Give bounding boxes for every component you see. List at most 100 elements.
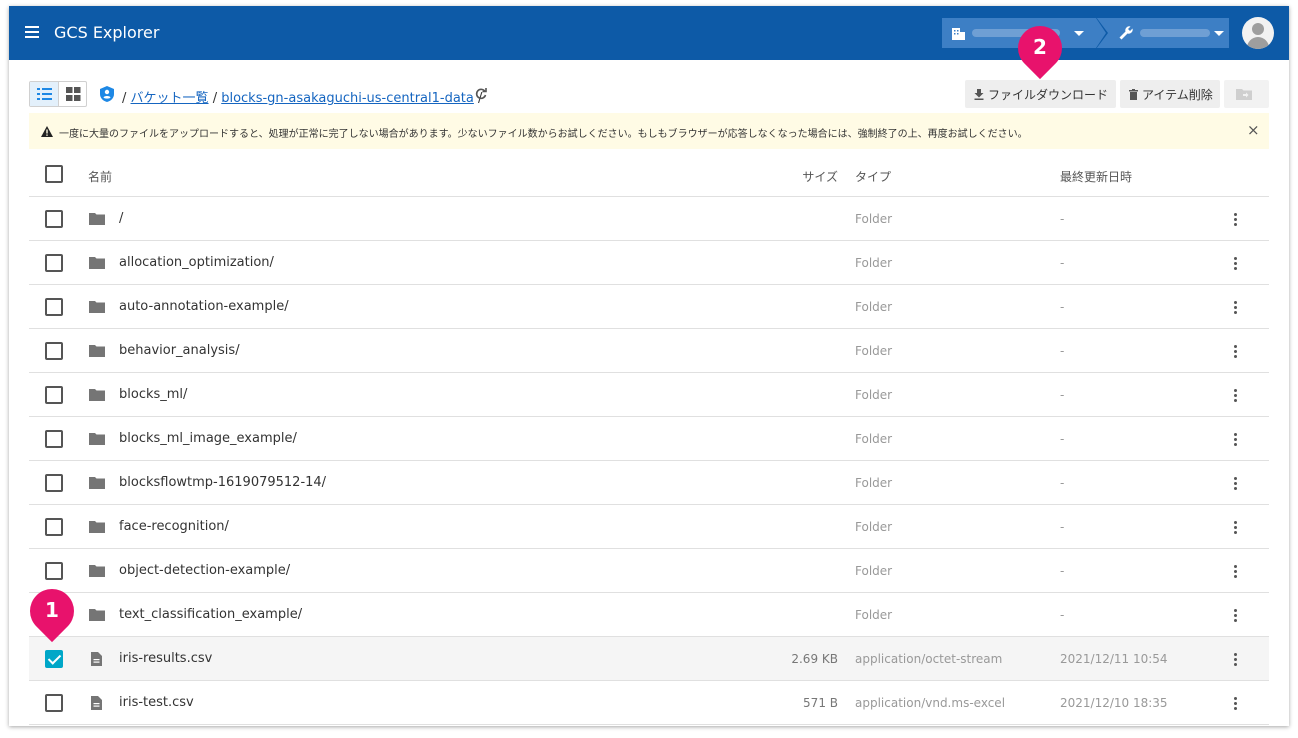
table-row[interactable]: object-detection-example/Folder - (29, 549, 1269, 593)
row-type: application/vnd.ms-excel (855, 696, 1006, 710)
more-options-icon[interactable] (1232, 389, 1238, 403)
table-row[interactable]: iris-test.csv 571 B application/vnd.ms-exc… (29, 681, 1269, 725)
row-type: Folder (855, 300, 893, 314)
folder-icon (89, 345, 105, 361)
folder-icon (89, 433, 105, 449)
hamburger-menu-icon[interactable] (25, 26, 39, 38)
row-modified: 2021/12/10 18:35 (1060, 696, 1168, 710)
table-row[interactable]: allocation_optimization/Folder - (29, 241, 1269, 285)
callout-step-2: 2 (1008, 16, 1072, 80)
row-checkbox[interactable] (45, 650, 63, 668)
row-modified: - (1060, 300, 1065, 314)
file-icon (91, 696, 102, 714)
more-options-icon[interactable] (1232, 213, 1238, 227)
row-modified: - (1060, 212, 1065, 226)
folder-icon (89, 521, 105, 537)
select-all-checkbox[interactable] (45, 165, 63, 183)
row-type: application/octet-stream (855, 652, 1003, 666)
row-checkbox[interactable] (45, 254, 63, 272)
row-name[interactable]: blocksflowtmp-1619079512-14/ (119, 475, 326, 490)
row-modified: - (1060, 564, 1065, 578)
row-checkbox[interactable] (45, 386, 63, 404)
account-shield-icon (100, 86, 114, 102)
row-name[interactable]: allocation_optimization/ (119, 255, 274, 270)
column-header-type[interactable]: タイプ (855, 168, 891, 185)
download-icon (974, 88, 984, 100)
row-name[interactable]: face-recognition/ (119, 519, 229, 534)
row-checkbox[interactable] (45, 474, 63, 492)
table-row[interactable]: text_classification_example/Folder - (29, 593, 1269, 637)
table-row[interactable]: auto-annotation-example/Folder - (29, 285, 1269, 329)
row-checkbox[interactable] (45, 562, 63, 580)
app-window: GCS Explorer / バケット一覧 / blocks-gn-asakag… (9, 6, 1289, 726)
table-row[interactable]: behavior_analysis/Folder - (29, 329, 1269, 373)
row-type: Folder (855, 476, 893, 490)
table-row[interactable]: face-recognition/Folder - (29, 505, 1269, 549)
table-row[interactable]: iris-results.csv 2.69 KB application/octet… (29, 637, 1269, 681)
row-modified: - (1060, 476, 1065, 490)
file-table: 名前 サイズ タイプ 最終更新日時 / Folder - allocation_opt… (29, 153, 1269, 725)
close-icon[interactable]: × (1247, 121, 1260, 139)
grid-view-button[interactable] (57, 82, 86, 106)
more-options-icon[interactable] (1232, 257, 1238, 271)
row-checkbox[interactable] (45, 210, 63, 228)
delete-item-button[interactable]: アイテム削除 (1120, 80, 1220, 108)
more-options-icon[interactable] (1232, 697, 1238, 711)
column-header-size[interactable]: サイズ (802, 168, 838, 185)
more-options-icon[interactable] (1232, 565, 1238, 579)
app-title: GCS Explorer (54, 23, 160, 42)
row-type: Folder (855, 344, 893, 358)
row-name[interactable]: text_classification_example/ (119, 607, 302, 622)
row-checkbox[interactable] (45, 694, 63, 712)
project-name-redacted (1140, 29, 1210, 37)
move-folder-button[interactable] (1224, 80, 1269, 108)
row-name[interactable]: iris-results.csv (119, 651, 212, 666)
more-options-icon[interactable] (1232, 609, 1238, 623)
wrench-icon (1119, 26, 1133, 40)
row-name[interactable]: blocks_ml_image_example/ (119, 431, 297, 446)
row-name[interactable]: iris-test.csv (119, 695, 194, 710)
row-name[interactable]: auto-annotation-example/ (119, 299, 289, 314)
column-header-name[interactable]: 名前 (88, 168, 112, 185)
callout-step-1: 1 (20, 579, 84, 643)
row-size: 571 B (803, 696, 838, 710)
table-row[interactable]: blocks_ml_image_example/Folder - (29, 417, 1269, 461)
folder-icon (89, 565, 105, 581)
more-options-icon[interactable] (1232, 521, 1238, 535)
row-checkbox[interactable] (45, 430, 63, 448)
folder-move-icon (1236, 89, 1252, 100)
row-name[interactable]: / (119, 211, 123, 226)
project-selector[interactable] (1096, 18, 1229, 48)
row-checkbox[interactable] (45, 518, 63, 536)
more-options-icon[interactable] (1232, 301, 1238, 315)
more-options-icon[interactable] (1232, 345, 1238, 359)
row-type: Folder (855, 608, 893, 622)
column-header-modified[interactable]: 最終更新日時 (1060, 168, 1132, 185)
row-checkbox[interactable] (45, 342, 63, 360)
chevron-down-icon (1214, 31, 1224, 36)
row-checkbox[interactable] (45, 298, 63, 316)
row-modified: - (1060, 344, 1065, 358)
list-view-button[interactable] (30, 82, 58, 106)
warning-message: 一度に大量のファイルをアップロードすると、処理が正常に完了しない場合があります。… (59, 129, 1028, 140)
row-modified: - (1060, 608, 1065, 622)
breadcrumb-bucket-link[interactable]: blocks-gn-asakaguchi-us-central1-data (221, 91, 474, 106)
more-options-icon[interactable] (1232, 477, 1238, 491)
folder-icon (89, 257, 105, 273)
grid-view-icon (65, 87, 81, 101)
table-row[interactable]: blocksflowtmp-1619079512-14/Folder - (29, 461, 1269, 505)
breadcrumb-bucket-list-link[interactable]: バケット一覧 (131, 91, 209, 106)
more-options-icon[interactable] (1232, 433, 1238, 447)
row-name[interactable]: object-detection-example/ (119, 563, 290, 578)
row-type: Folder (855, 432, 893, 446)
download-file-button[interactable]: ファイルダウンロード (965, 80, 1116, 108)
table-row[interactable]: / Folder - (29, 197, 1269, 241)
row-type: Folder (855, 388, 893, 402)
refresh-icon[interactable] (475, 88, 487, 100)
more-options-icon[interactable] (1232, 653, 1238, 667)
table-row[interactable]: blocks_ml/Folder - (29, 373, 1269, 417)
row-name[interactable]: behavior_analysis/ (119, 343, 240, 358)
table-body: / Folder - allocation_optimization/Folder - a… (29, 197, 1269, 725)
row-name[interactable]: blocks_ml/ (119, 387, 187, 402)
user-avatar[interactable] (1242, 17, 1274, 49)
